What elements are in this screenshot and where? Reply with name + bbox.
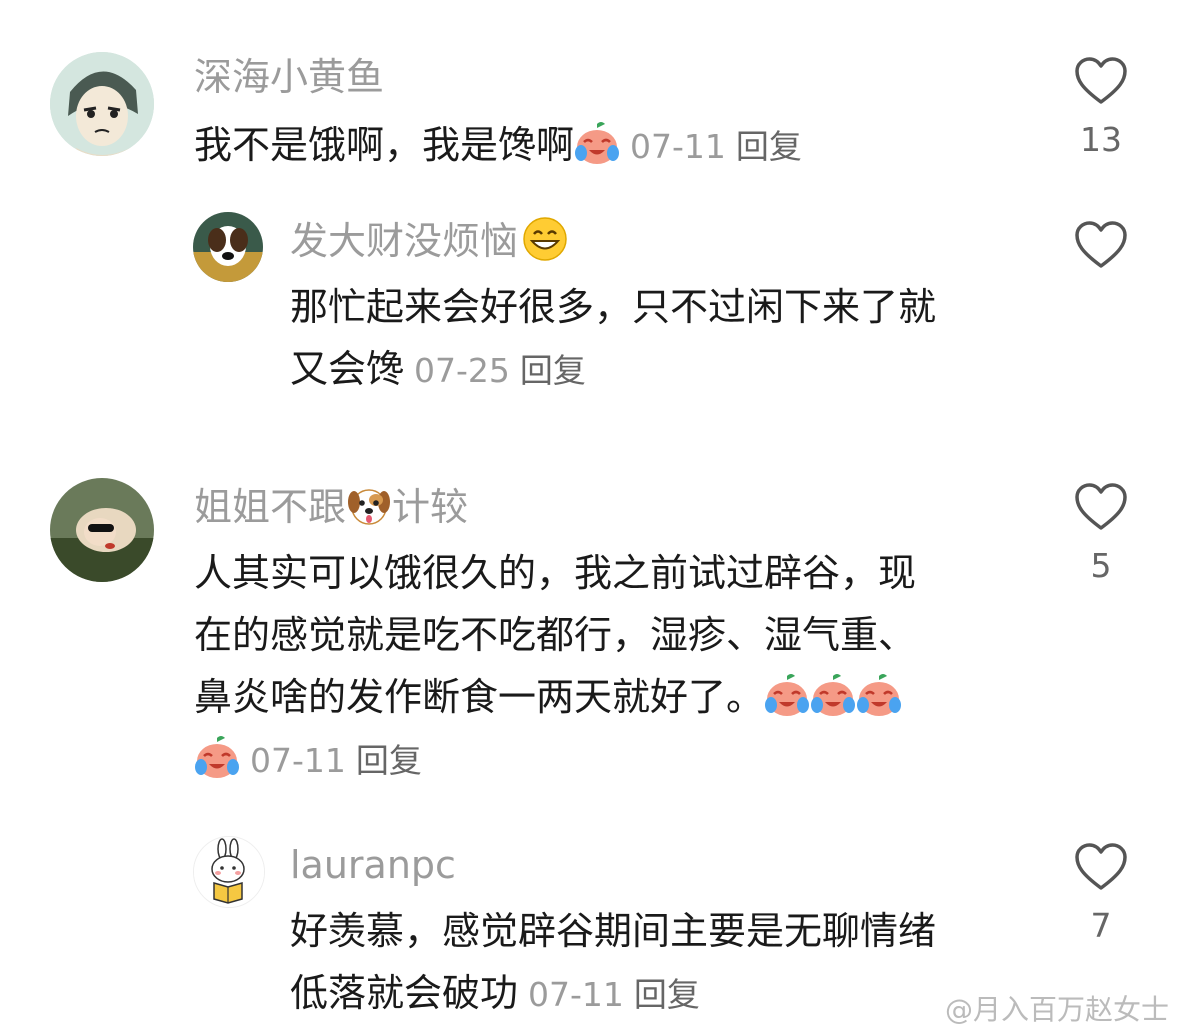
heart-icon[interactable] xyxy=(1074,842,1128,892)
crying-laughing-peach-emoji-icon xyxy=(574,120,620,166)
avatar[interactable] xyxy=(50,52,154,156)
grinning-face-emoji-icon xyxy=(522,216,568,262)
comment-text: 好羡慕，感觉辟谷期间主要是无聊情绪 低落就会破功 07-11 回复 xyxy=(290,900,936,1026)
like-area: 5 xyxy=(1066,482,1136,584)
username[interactable]: 深海小黄鱼 xyxy=(194,54,384,100)
username-text: 发大财没烦恼 xyxy=(290,219,519,263)
comment-text-line: 在的感觉就是吃不吃都行，湿疹、湿气重、 xyxy=(194,613,917,657)
crying-laughing-peach-emoji-icon xyxy=(194,734,240,780)
like-count: 5 xyxy=(1090,546,1112,585)
comment-text-line: 好羡慕，感觉辟谷期间主要是无聊情绪 xyxy=(290,909,937,953)
like-count: 7 xyxy=(1090,906,1112,945)
like-count: 13 xyxy=(1080,120,1122,159)
crying-laughing-peach-emoji-icon xyxy=(764,672,810,718)
comment-text-line: 我不是饿啊，我是馋啊 xyxy=(194,123,575,167)
reply-button[interactable]: 回复 xyxy=(634,975,700,1014)
avatar[interactable] xyxy=(50,478,154,582)
rabbit-reading-avatar-icon xyxy=(194,837,264,907)
comment-text: 人其实可以饿很久的，我之前试过辟谷，现 在的感觉就是吃不吃都行，湿疹、湿气重、 … xyxy=(194,542,916,792)
comment-item: 深海小黄鱼 我不是饿啊，我是馋啊 07-11 回复 13 xyxy=(0,0,1179,200)
comment-date: 07-11 xyxy=(630,127,726,166)
comment-text: 那忙起来会好很多，只不过闲下来了就 又会馋 07-25 回复 xyxy=(290,276,936,402)
username-text: 计较 xyxy=(392,485,469,529)
reply-button[interactable]: 回复 xyxy=(736,127,802,166)
reply-button[interactable]: 回复 xyxy=(520,351,586,390)
dog-face-emoji-icon xyxy=(346,482,392,528)
woman-photo-avatar-icon xyxy=(50,478,154,582)
comment-text-line: 又会馋 xyxy=(290,347,405,391)
crying-laughing-peach-emoji-icon xyxy=(856,672,902,718)
comment-text-line: 那忙起来会好很多，只不过闲下来了就 xyxy=(290,285,937,329)
comment-text-line: 鼻炎啥的发作断食一两天就好了。 xyxy=(194,675,765,719)
dog-photo-avatar-icon xyxy=(193,212,263,282)
anime-character-avatar-icon xyxy=(50,52,154,156)
username-text: 姐姐不跟 xyxy=(194,485,347,529)
username[interactable]: lauranpc xyxy=(290,842,456,888)
heart-icon[interactable] xyxy=(1074,56,1128,106)
reply-button[interactable]: 回复 xyxy=(356,741,422,780)
heart-icon[interactable] xyxy=(1074,220,1128,270)
avatar[interactable] xyxy=(193,212,263,282)
watermark: @月入百万赵女士 xyxy=(944,993,1169,1026)
heart-icon[interactable] xyxy=(1074,482,1128,532)
comment-item: 姐姐不跟 计较 人其实可以饿很久的，我之前试过辟谷，现 在的感觉就是吃不吃都行，湿… xyxy=(0,460,1179,820)
comment-text-line: 人其实可以饿很久的，我之前试过辟谷，现 xyxy=(194,551,917,595)
like-area: 7 xyxy=(1066,842,1136,944)
comment-text: 我不是饿啊，我是馋啊 07-11 回复 xyxy=(194,114,802,178)
username[interactable]: 发大财没烦恼 xyxy=(290,216,568,264)
like-area: 13 xyxy=(1066,56,1136,158)
comment-date: 07-11 xyxy=(528,975,624,1014)
reply-item: 发大财没烦恼 那忙起来会好很多，只不过闲下来了就 又会馋 07-25 回复 xyxy=(0,200,1179,420)
like-area xyxy=(1066,220,1136,270)
comment-date: 07-11 xyxy=(250,741,346,780)
comment-text-line: 低落就会破功 xyxy=(290,971,519,1015)
crying-laughing-peach-emoji-icon xyxy=(810,672,856,718)
comment-date: 07-25 xyxy=(414,351,510,390)
avatar[interactable] xyxy=(193,836,265,908)
username[interactable]: 姐姐不跟 计较 xyxy=(194,482,468,530)
